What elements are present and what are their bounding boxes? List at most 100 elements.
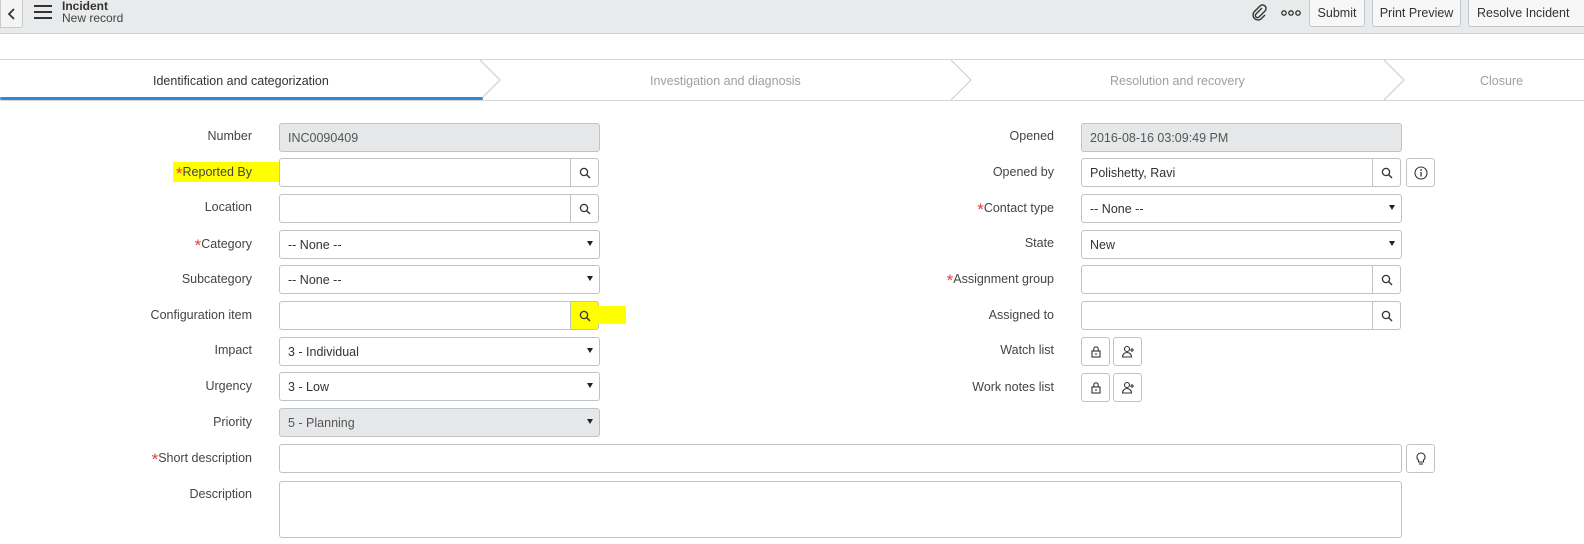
state-label: State bbox=[1024, 236, 1054, 250]
configuration-item-label: Configuration item bbox=[150, 308, 252, 322]
required-icon: * bbox=[946, 271, 954, 290]
record-subtitle: New record bbox=[62, 11, 124, 25]
lock-icon bbox=[1090, 382, 1101, 394]
category-select[interactable]: -- None -- bbox=[279, 230, 600, 259]
required-icon: * bbox=[151, 450, 159, 469]
reported-by-label: *Reported By bbox=[175, 161, 252, 183]
priority-value: 5 - Planning bbox=[288, 415, 355, 430]
opened-label: Opened bbox=[1009, 129, 1054, 143]
suggestion-button[interactable] bbox=[1406, 444, 1435, 473]
form-title: Incident New record bbox=[62, 0, 123, 24]
state-select[interactable]: New bbox=[1081, 230, 1402, 259]
opened-by-info-button[interactable] bbox=[1406, 158, 1435, 187]
watch-list-lock-button[interactable] bbox=[1081, 337, 1110, 366]
paperclip-icon[interactable] bbox=[1249, 3, 1269, 23]
assignment-group-label-text: Assignment group bbox=[953, 272, 1054, 286]
opened-field[interactable]: 2016-08-16 03:09:49 PM bbox=[1081, 123, 1402, 152]
subcategory-label: Subcategory bbox=[181, 272, 252, 286]
stage-closure: Closure bbox=[1480, 74, 1524, 88]
contact-type-label-text: Contact type bbox=[983, 201, 1054, 215]
info-icon bbox=[1413, 165, 1428, 180]
reported-by-label-text: Reported By bbox=[182, 165, 252, 179]
category-label-text: Category bbox=[201, 237, 252, 251]
required-icon: * bbox=[175, 164, 183, 183]
subcategory-select[interactable]: -- None -- bbox=[279, 265, 600, 294]
more-options-icon[interactable] bbox=[1281, 3, 1301, 23]
caret-down-icon bbox=[1389, 241, 1395, 246]
number-field[interactable]: INC0090409 bbox=[279, 123, 600, 152]
caret-down-icon bbox=[587, 419, 593, 424]
work-notes-list-label: Work notes list bbox=[972, 380, 1054, 394]
caret-down-icon bbox=[587, 383, 593, 388]
active-stage-indicator bbox=[0, 97, 483, 100]
impact-select[interactable]: 3 - Individual bbox=[279, 337, 600, 366]
add-user-icon bbox=[1121, 345, 1134, 358]
contact-type-label: *Contact type bbox=[977, 197, 1054, 219]
category-value: -- None -- bbox=[288, 237, 342, 252]
stage-investigation: Investigation and diagnosis bbox=[650, 74, 801, 88]
short-description-label-text: Short description bbox=[158, 451, 252, 465]
required-icon: * bbox=[977, 200, 984, 219]
assignment-group-label: *Assignment group bbox=[946, 268, 1054, 290]
short-description-label: *Short description bbox=[151, 447, 252, 469]
search-icon bbox=[579, 203, 590, 214]
add-user-icon bbox=[1121, 381, 1134, 394]
number-label: Number bbox=[207, 129, 252, 143]
hamburger-menu-icon[interactable] bbox=[34, 5, 52, 19]
search-icon bbox=[1381, 274, 1392, 285]
location-input[interactable] bbox=[279, 194, 571, 223]
stage-resolution: Resolution and recovery bbox=[1110, 74, 1245, 88]
stage-identification: Identification and categorization bbox=[153, 74, 329, 88]
contact-type-value: -- None -- bbox=[1090, 201, 1144, 216]
subcategory-value: -- None -- bbox=[288, 272, 342, 287]
urgency-label: Urgency bbox=[205, 379, 252, 393]
description-textarea[interactable] bbox=[279, 481, 1402, 538]
state-value: New bbox=[1090, 237, 1116, 252]
watch-list-label: Watch list bbox=[1000, 343, 1054, 357]
priority-select: 5 - Planning bbox=[279, 408, 600, 437]
location-lookup-button[interactable] bbox=[570, 194, 599, 223]
contact-type-select[interactable]: -- None -- bbox=[1081, 194, 1402, 223]
watch-list-add-me-button[interactable] bbox=[1113, 337, 1142, 366]
priority-label: Priority bbox=[213, 415, 252, 429]
back-button[interactable] bbox=[0, 0, 23, 28]
reported-by-input[interactable] bbox=[279, 158, 571, 187]
submit-button[interactable]: Submit bbox=[1309, 0, 1365, 27]
search-icon bbox=[579, 310, 590, 321]
configuration-item-input[interactable] bbox=[279, 301, 571, 330]
form-header: Incident New record Submit Print Preview… bbox=[0, 0, 1584, 34]
reported-by-lookup-button[interactable] bbox=[570, 158, 599, 187]
assigned-to-label: Assigned to bbox=[988, 308, 1054, 322]
caret-down-icon bbox=[587, 241, 593, 246]
print-preview-button[interactable]: Print Preview bbox=[1372, 0, 1461, 27]
work-notes-add-me-button[interactable] bbox=[1113, 373, 1142, 402]
category-label: *Category bbox=[194, 233, 252, 255]
caret-down-icon bbox=[1389, 205, 1395, 210]
opened-by-input[interactable]: Polishetty, Ravi bbox=[1081, 158, 1373, 187]
lock-icon bbox=[1090, 346, 1101, 358]
assigned-to-lookup-button[interactable] bbox=[1372, 301, 1401, 330]
opened-by-lookup-button[interactable] bbox=[1372, 158, 1401, 187]
urgency-value: 3 - Low bbox=[288, 379, 329, 394]
highlight-configuration-item bbox=[598, 306, 626, 324]
short-description-input[interactable] bbox=[279, 444, 1402, 473]
process-flow: Identification and categorization Invest… bbox=[0, 60, 1584, 101]
assigned-to-input[interactable] bbox=[1081, 301, 1373, 330]
search-icon bbox=[1381, 310, 1392, 321]
opened-by-label: Opened by bbox=[992, 165, 1054, 179]
work-notes-lock-button[interactable] bbox=[1081, 373, 1110, 402]
assignment-group-lookup-button[interactable] bbox=[1372, 265, 1401, 294]
chevron-left-icon bbox=[7, 7, 15, 20]
caret-down-icon bbox=[587, 276, 593, 281]
configuration-item-lookup-button[interactable] bbox=[570, 301, 599, 330]
urgency-select[interactable]: 3 - Low bbox=[279, 372, 600, 401]
search-icon bbox=[579, 167, 590, 178]
assignment-group-input[interactable] bbox=[1081, 265, 1373, 294]
required-icon: * bbox=[194, 236, 202, 255]
impact-label: Impact bbox=[214, 343, 252, 357]
impact-value: 3 - Individual bbox=[288, 344, 359, 359]
lightbulb-icon bbox=[1415, 451, 1426, 465]
description-label: Description bbox=[189, 487, 252, 501]
search-icon bbox=[1381, 167, 1392, 178]
resolve-incident-button[interactable]: Resolve Incident bbox=[1468, 0, 1584, 27]
